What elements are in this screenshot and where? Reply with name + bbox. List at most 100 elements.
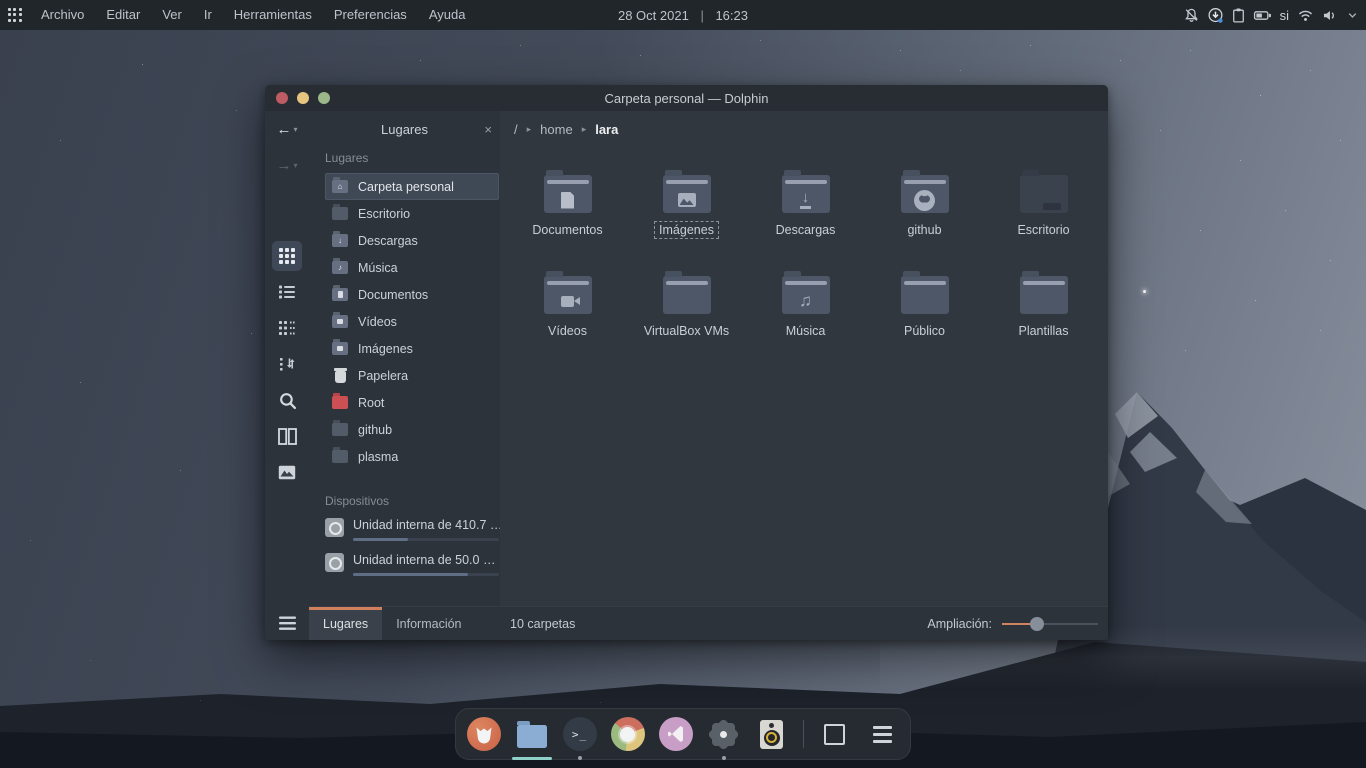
places-panel-close-icon[interactable]: × <box>484 111 492 147</box>
dock-code-editor[interactable] <box>659 715 693 753</box>
back-dropdown-icon[interactable]: ▾ <box>293 125 297 134</box>
sidebar-item-label: Vídeos <box>358 315 397 329</box>
clock-date[interactable]: 28 Oct 2021 <box>618 8 689 23</box>
folder-github[interactable]: github <box>865 157 984 258</box>
menu-preferencias[interactable]: Preferencias <box>323 0 418 30</box>
breadcrumb-current[interactable]: lara <box>595 122 618 137</box>
dock-show-desktop[interactable] <box>818 715 852 753</box>
folder-escritorio[interactable]: Escritorio <box>984 157 1103 258</box>
sidebar-item-descargas[interactable]: ↓ Descargas <box>325 227 499 254</box>
sidebar-item-documentos[interactable]: Documentos <box>325 281 499 308</box>
desktop-folder-icon <box>332 207 348 220</box>
apps-grid-icon <box>8 8 22 22</box>
hard-drive-icon <box>325 518 344 537</box>
dock-firefox[interactable] <box>467 715 501 753</box>
folder-publico[interactable]: Público <box>865 258 984 359</box>
dock-settings[interactable] <box>707 715 741 753</box>
notifications-bell-icon[interactable] <box>1183 7 1200 24</box>
app-launcher-button[interactable] <box>0 0 30 30</box>
sort-icon <box>278 355 296 373</box>
sidebar-item-carpeta-personal[interactable]: ⌂ Carpeta personal <box>325 173 499 200</box>
speaker-icon <box>760 720 783 749</box>
sidebar-item-imagenes[interactable]: Imágenes <box>325 335 499 362</box>
folder-label: VirtualBox VMs <box>639 322 734 340</box>
dock-terminal[interactable]: >_ <box>563 715 597 753</box>
battery-icon[interactable] <box>1253 7 1272 24</box>
folder-virtualbox-vms[interactable]: VirtualBox VMs <box>627 258 746 359</box>
sidebar-item-label: Carpeta personal <box>358 180 454 194</box>
device-item-internal-50[interactable]: Unidad interna de 50.0 … <box>325 551 500 576</box>
sidebar-item-plasma[interactable]: plasma <box>325 443 499 470</box>
sort-button[interactable] <box>272 349 302 379</box>
folder-descargas[interactable]: ↓ Descargas <box>746 157 865 258</box>
window-titlebar[interactable]: Carpeta personal — Dolphin <box>265 85 1108 111</box>
back-button[interactable]: ← ▾ <box>265 111 309 147</box>
sidebar-item-root[interactable]: Root <box>325 389 499 416</box>
menu-ver[interactable]: Ver <box>151 0 193 30</box>
updates-icon[interactable] <box>1207 7 1224 24</box>
zoom-label: Ampliación: <box>927 617 992 631</box>
breadcrumb-separator-icon: ▸ <box>527 124 532 135</box>
folder-icon-desktop <box>1020 175 1068 213</box>
sidebar-item-github[interactable]: github <box>325 416 499 443</box>
folder-icon-github <box>901 175 949 213</box>
folder-imagenes[interactable]: Imágenes <box>627 157 746 258</box>
clock-time[interactable]: 16:23 <box>715 8 748 23</box>
folder-label: Descargas <box>771 221 841 239</box>
sidebar-item-papelera[interactable]: Papelera <box>325 362 499 389</box>
volume-icon[interactable] <box>1321 7 1338 24</box>
sidebar-item-musica[interactable]: ♪ Música <box>325 254 499 281</box>
search-button[interactable] <box>272 385 302 415</box>
folder-label: Público <box>899 322 950 340</box>
menu-ir[interactable]: Ir <box>193 0 223 30</box>
places-panel: Lugares × Lugares ⌂ Carpeta personal Esc… <box>309 111 500 640</box>
breadcrumb-root[interactable]: / <box>514 122 518 137</box>
forward-button[interactable]: → ▾ <box>265 147 309 183</box>
folder-grid: Documentos Imágenes ↓ Descargas github E… <box>500 147 1108 606</box>
folder-label: Escritorio <box>1012 221 1074 239</box>
details-view-button[interactable] <box>272 277 302 307</box>
folder-icon-videos <box>544 276 592 314</box>
menu-archivo[interactable]: Archivo <box>30 0 95 30</box>
web-browser-icon <box>611 717 645 751</box>
folder-view: / ▸ home ▸ lara Documentos Imágenes ↓ De… <box>500 111 1108 640</box>
settings-gear-icon <box>707 717 741 751</box>
tab-informacion[interactable]: Información <box>382 607 475 640</box>
folder-musica[interactable]: ♫ Música <box>746 258 865 359</box>
hamburger-menu-icon <box>873 726 892 743</box>
show-desktop-icon <box>824 724 845 745</box>
sidebar-item-escritorio[interactable]: Escritorio <box>325 200 499 227</box>
places-panel-header: Lugares × <box>309 111 500 147</box>
dock-app-menu[interactable] <box>866 715 900 753</box>
clipboard-icon[interactable] <box>1231 7 1246 24</box>
zoom-slider[interactable] <box>1002 617 1098 631</box>
menu-ayuda[interactable]: Ayuda <box>418 0 477 30</box>
icons-view-button[interactable] <box>272 241 302 271</box>
tray-expander-chevron-down-icon[interactable] <box>1345 8 1360 23</box>
dock-file-manager[interactable] <box>515 715 549 753</box>
folder-plantillas[interactable]: Plantillas <box>984 258 1103 359</box>
firefox-icon <box>467 717 501 751</box>
menu-herramientas[interactable]: Herramientas <box>223 0 323 30</box>
dock-web-browser[interactable] <box>611 715 645 753</box>
device-item-internal-410[interactable]: Unidad interna de 410.7 … <box>325 516 500 541</box>
zoom-slider-handle[interactable] <box>1030 617 1044 631</box>
panel-menu-hamburger-icon[interactable] <box>278 616 297 631</box>
preview-button[interactable] <box>272 457 302 487</box>
split-view-button[interactable] <box>272 421 302 451</box>
tab-lugares[interactable]: Lugares <box>309 607 382 640</box>
folder-label: Documentos <box>527 221 607 239</box>
breadcrumb-home[interactable]: home <box>540 122 573 137</box>
sidebar-item-videos[interactable]: Vídeos <box>325 308 499 335</box>
places-section-label: Lugares <box>325 151 500 165</box>
menu-editar[interactable]: Editar <box>95 0 151 30</box>
dock-media-player[interactable] <box>755 715 789 753</box>
keyboard-layout-indicator[interactable]: si <box>1279 8 1290 23</box>
compact-view-button[interactable] <box>272 313 302 343</box>
folder-label: Imágenes <box>654 221 719 239</box>
wifi-icon[interactable] <box>1297 7 1314 24</box>
sidebar-item-label: Escritorio <box>358 207 410 221</box>
panel-tabs: Lugares Información <box>309 606 500 640</box>
folder-documentos[interactable]: Documentos <box>508 157 627 258</box>
folder-videos[interactable]: Vídeos <box>508 258 627 359</box>
